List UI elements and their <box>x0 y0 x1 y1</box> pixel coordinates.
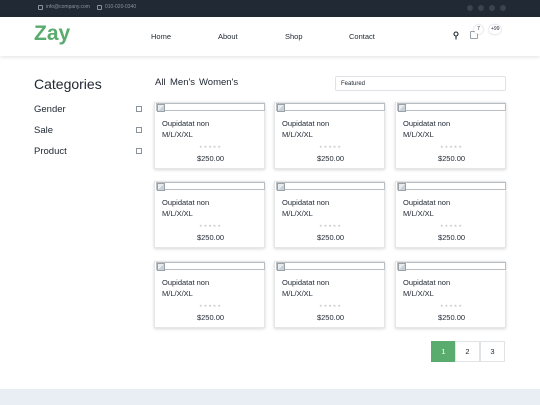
brand-logo[interactable]: Zay <box>34 22 70 46</box>
product-sizes: M/L/X/XL <box>403 209 434 218</box>
product-sizes: M/L/X/XL <box>282 289 313 298</box>
phone-contact[interactable]: 010-020-0340 <box>97 4 136 10</box>
product-name[interactable]: Oupidatat non <box>162 119 209 128</box>
filter-all[interactable]: All <box>155 77 166 88</box>
twitter-icon[interactable] <box>489 5 495 11</box>
product-sizes: M/L/X/XL <box>282 130 313 139</box>
product-price: $250.00 <box>196 233 225 242</box>
filter-womens[interactable]: Women's <box>199 77 238 88</box>
product-price: $250.00 <box>316 154 345 163</box>
product-name[interactable]: Oupidatat non <box>162 278 209 287</box>
product-card[interactable]: Oupidatat non M/L/X/XL ★★★★★ $250.00 <box>395 261 506 328</box>
product-image[interactable] <box>397 262 506 271</box>
email-contact[interactable]: info@company.com <box>38 4 90 10</box>
expand-icon[interactable] <box>136 148 142 154</box>
instagram-icon[interactable] <box>478 5 484 11</box>
product-sizes: M/L/X/XL <box>162 209 193 218</box>
nav-link-shop[interactable]: Shop <box>285 32 303 41</box>
phone-icon <box>97 4 102 10</box>
product-image[interactable] <box>397 103 506 112</box>
rating-stars: ★★★★★ <box>199 223 222 228</box>
rating-stars: ★★★★★ <box>440 144 463 149</box>
product-sizes: M/L/X/XL <box>403 130 434 139</box>
filter-mens[interactable]: Men's <box>170 77 195 88</box>
product-card[interactable]: Oupidatat non M/L/X/XL ★★★★★ $250.00 <box>154 181 265 248</box>
product-name[interactable]: Oupidatat non <box>162 198 209 207</box>
expand-icon[interactable] <box>136 106 142 112</box>
facebook-icon[interactable] <box>467 5 473 11</box>
product-image[interactable] <box>156 182 265 191</box>
rating-stars: ★★★★★ <box>319 303 342 308</box>
email-text[interactable]: info@company.com <box>46 4 90 10</box>
linkedin-icon[interactable] <box>500 5 506 11</box>
product-price: $250.00 <box>196 313 225 322</box>
product-price: $250.00 <box>437 233 466 242</box>
category-label: Sale <box>34 125 54 136</box>
product-card[interactable]: Oupidatat non M/L/X/XL ★★★★★ $250.00 <box>395 181 506 248</box>
page-3-button[interactable]: 3 <box>480 341 505 362</box>
product-image[interactable] <box>397 182 506 191</box>
footer-strip <box>0 389 540 405</box>
category-label: Product <box>34 146 67 157</box>
rating-stars: ★★★★★ <box>199 144 222 149</box>
cart-count-badge: 7 <box>474 25 483 34</box>
phone-text[interactable]: 010-020-0340 <box>105 4 136 10</box>
product-price: $250.00 <box>437 313 466 322</box>
product-card[interactable]: Oupidatat non M/L/X/XL ★★★★★ $250.00 <box>154 261 265 328</box>
category-gender[interactable]: Gender <box>34 104 142 115</box>
social-links <box>467 5 506 11</box>
rating-stars: ★★★★★ <box>440 303 463 308</box>
product-sizes: M/L/X/XL <box>282 209 313 218</box>
sort-select[interactable]: Featured <box>335 76 506 91</box>
nav-link-contact[interactable]: Contact <box>349 32 375 41</box>
product-price: $250.00 <box>316 233 345 242</box>
product-name[interactable]: Oupidatat non <box>282 119 329 128</box>
product-name[interactable]: Oupidatat non <box>282 198 329 207</box>
category-sale[interactable]: Sale <box>34 125 142 136</box>
page-2-button[interactable]: 2 <box>455 341 480 362</box>
rating-stars: ★★★★★ <box>199 303 222 308</box>
product-card[interactable]: Oupidatat non M/L/X/XL ★★★★★ $250.00 <box>274 261 385 328</box>
product-card[interactable]: Oupidatat non M/L/X/XL ★★★★★ $250.00 <box>395 102 506 169</box>
product-price: $250.00 <box>316 313 345 322</box>
product-card[interactable]: Oupidatat non M/L/X/XL ★★★★★ $250.00 <box>274 181 385 248</box>
product-image[interactable] <box>156 262 265 271</box>
category-product[interactable]: Product <box>34 146 142 157</box>
product-sizes: M/L/X/XL <box>403 289 434 298</box>
rating-stars: ★★★★★ <box>319 223 342 228</box>
product-image[interactable] <box>276 262 385 271</box>
search-icon[interactable] <box>453 31 459 40</box>
user-count-badge: +99 <box>489 25 502 34</box>
category-label: Gender <box>34 104 66 115</box>
product-sizes: M/L/X/XL <box>162 289 193 298</box>
top-info-bar: info@company.com 010-020-0340 <box>0 0 540 17</box>
product-name[interactable]: Oupidatat non <box>403 198 450 207</box>
product-price: $250.00 <box>196 154 225 163</box>
envelope-icon <box>38 4 43 10</box>
product-card[interactable]: Oupidatat non M/L/X/XL ★★★★★ $250.00 <box>154 102 265 169</box>
product-image[interactable] <box>276 182 385 191</box>
product-image[interactable] <box>156 103 265 112</box>
product-name[interactable]: Oupidatat non <box>403 119 450 128</box>
categories-heading: Categories <box>34 76 102 92</box>
product-sizes: M/L/X/XL <box>162 130 193 139</box>
rating-stars: ★★★★★ <box>440 223 463 228</box>
main-navbar: Zay Home About Shop Contact 7 +99 <box>0 17 540 56</box>
rating-stars: ★★★★★ <box>319 144 342 149</box>
page-1-button[interactable]: 1 <box>431 341 456 362</box>
product-price: $250.00 <box>437 154 466 163</box>
product-name[interactable]: Oupidatat non <box>403 278 450 287</box>
product-card[interactable]: Oupidatat non M/L/X/XL ★★★★★ $250.00 <box>274 102 385 169</box>
product-image[interactable] <box>276 103 385 112</box>
nav-link-home[interactable]: Home <box>151 32 171 41</box>
nav-link-about[interactable]: About <box>218 32 238 41</box>
expand-icon[interactable] <box>136 127 142 133</box>
product-name[interactable]: Oupidatat non <box>282 278 329 287</box>
